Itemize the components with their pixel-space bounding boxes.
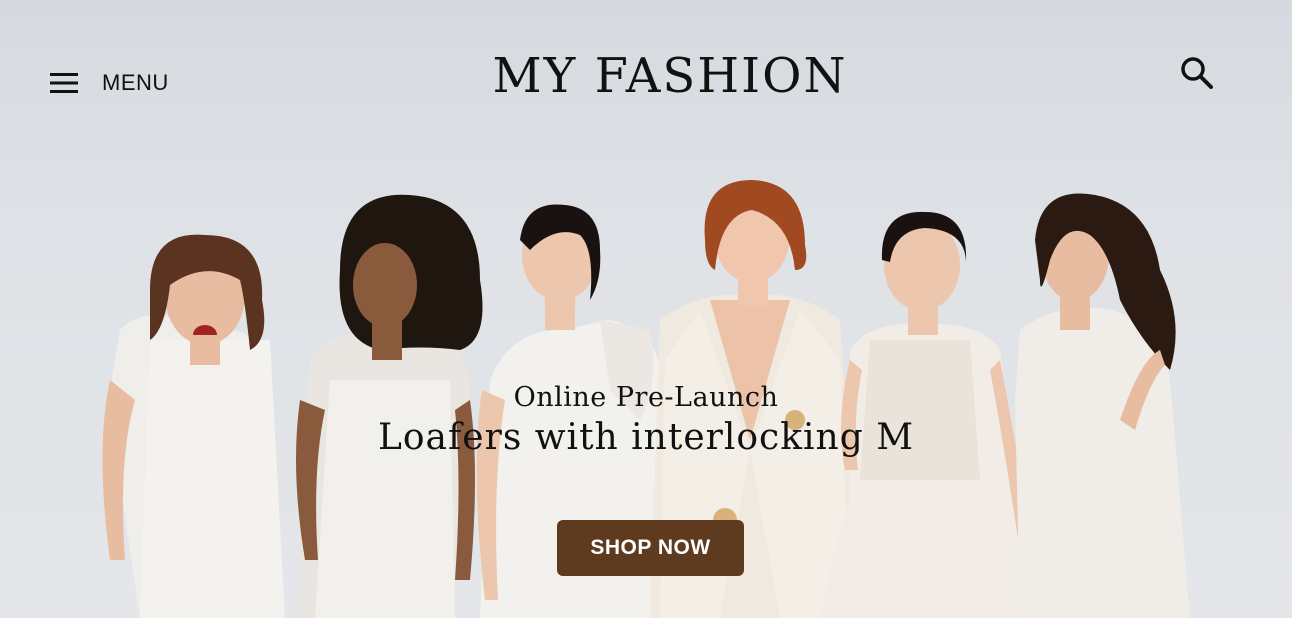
search-icon[interactable] xyxy=(1178,54,1216,92)
shop-now-button[interactable]: SHOP NOW xyxy=(557,520,744,576)
promo-subtitle: Online Pre-Launch xyxy=(513,382,779,413)
hero-banner: MENU MY FASHION Online Pre-Launch Loafer… xyxy=(0,0,1292,618)
promo-text: Online Pre-Launch Loafers with interlock… xyxy=(0,382,1292,458)
site-header: MENU MY FASHION xyxy=(0,0,1292,150)
promo-title: Loafers with interlocking M xyxy=(377,417,915,458)
site-logo[interactable]: MY FASHION xyxy=(24,48,1292,104)
